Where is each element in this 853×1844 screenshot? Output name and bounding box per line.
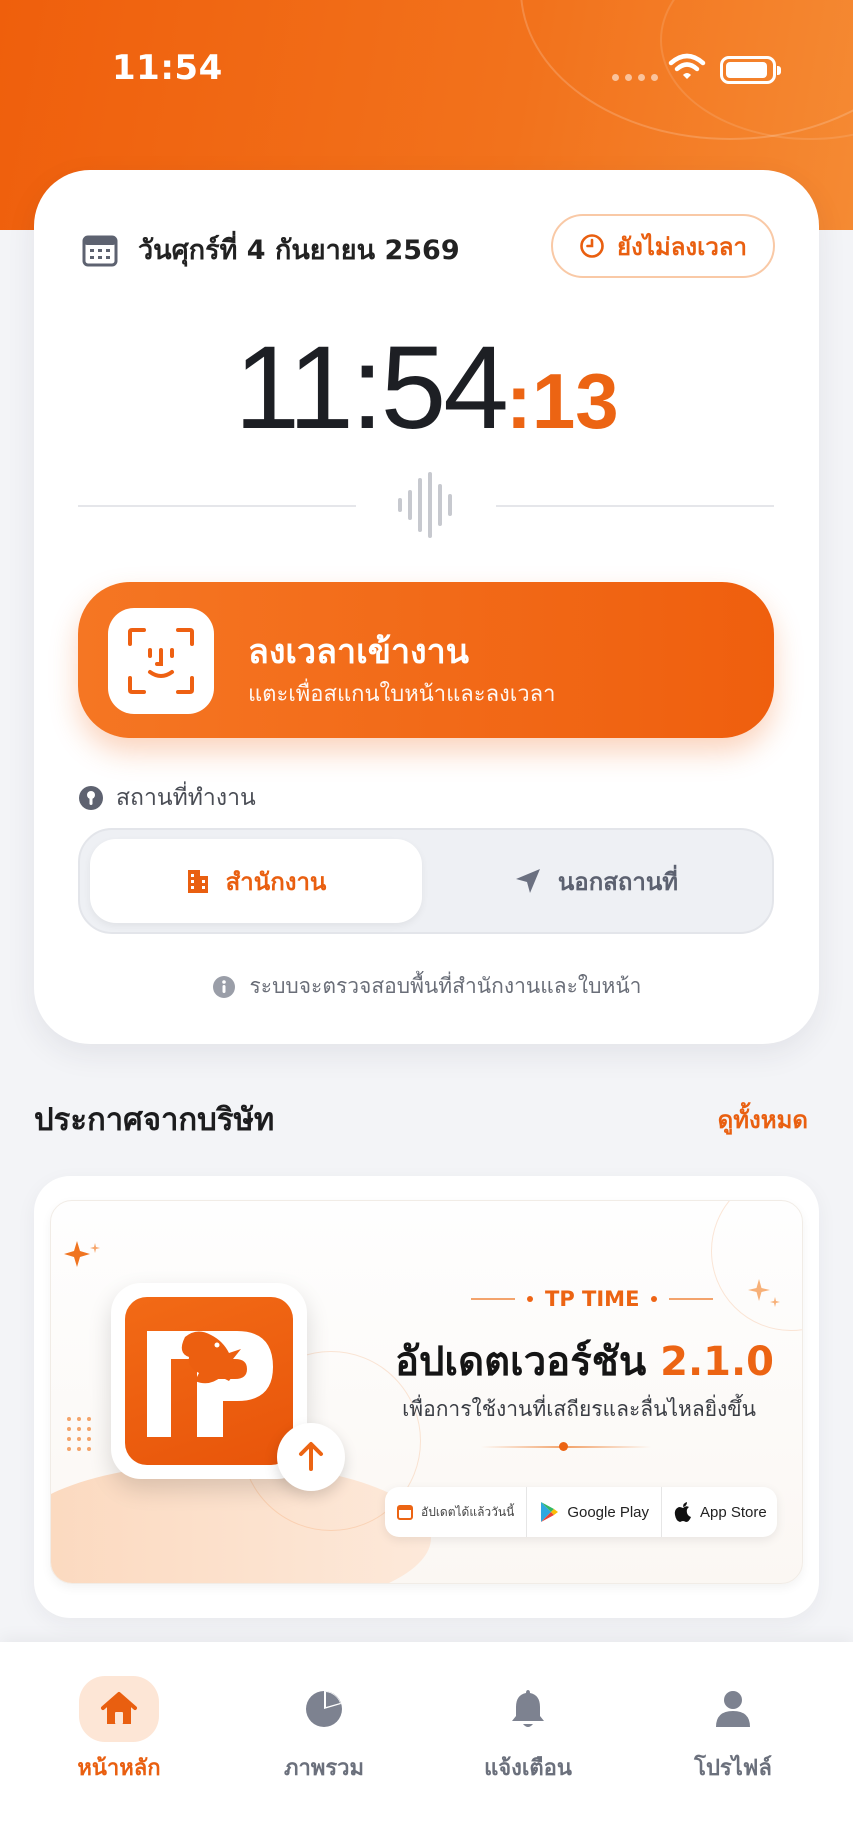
update-subtitle: เพื่อการใช้งานที่เสถียรและลื่นไหลยิ่งขึ้… [402,1397,756,1421]
dot-grid-decoration [67,1417,91,1451]
google-play-icon [541,1502,559,1522]
announcements-title: ประกาศจากบริษัท [34,1102,275,1138]
calendar-icon [397,1505,413,1520]
calendar-icon [82,235,118,266]
tab-profile[interactable]: โปรไฟล์ [633,1676,833,1785]
date-row: วันศุกร์ที่ 4 กันยายน 2569 [82,228,460,271]
navigation-arrow-icon [515,869,540,893]
clock-seconds: :13 [505,357,619,445]
brand-row: TP TIME [471,1287,714,1311]
tab-home[interactable]: หน้าหลัก [19,1676,219,1785]
attendance-status-badge[interactable]: ยังไม่ลงเวลา [551,214,775,278]
home-icon [101,1692,137,1724]
verification-note-text: ระบบจะตรวจสอบพื้นที่สำนักงานและใบหน้า [249,974,642,998]
accent-dot [559,1442,568,1451]
check-in-button[interactable]: ลงเวลาเข้างาน แตะเพื่อสแกนใบหน้าและลงเวล… [78,582,774,738]
app-store-label: App Store [700,1503,767,1521]
tab-profile-label: โปรไฟล์ [694,1756,772,1781]
location-label-row: สถานที่ทำงาน [78,780,256,816]
clock-hours-minutes: 11:54 [234,322,509,454]
bottom-tab-bar: หน้าหลัก ภาพรวม แจ้งเตือน โปรไฟล์ [0,1642,853,1844]
attendance-card: วันศุกร์ที่ 4 กันยายน 2569 ยังไม่ลงเวลา … [34,170,819,1044]
divider-left [78,505,356,507]
tab-home-label: หน้าหลัก [77,1756,161,1781]
sparkle-icon [64,1241,100,1267]
battery-icon [720,56,781,84]
current-date: วันศุกร์ที่ 4 กันยายน 2569 [138,235,460,266]
face-scan-icon-box [108,608,214,714]
store-note-text: อัปเดตได้แล้ววันนี้ [421,1504,515,1519]
tab-notifications[interactable]: แจ้งเตือน [428,1676,628,1785]
update-banner[interactable]: TP TIME อัปเดตเวอร์ชัน 2.1.0 เพื่อการใช้… [50,1200,803,1584]
see-all-link[interactable]: ดูทั้งหมด [718,1100,808,1139]
check-in-subtitle: แตะเพื่อสแกนใบหน้าและลงเวลา [248,682,556,707]
signal-dots-icon [612,74,658,81]
sparkle-icon [748,1279,780,1307]
building-icon [187,870,208,893]
announcement-card: TP TIME อัปเดตเวอร์ชัน 2.1.0 เพื่อการใช้… [34,1176,819,1618]
attendance-status-text: ยังไม่ลงเวลา [617,232,747,261]
tab-overview[interactable]: ภาพรวม [224,1676,424,1785]
live-clock: 11:54:13 [34,320,819,456]
tab-overview-label: ภาพรวม [283,1756,365,1781]
bell-icon [512,1690,544,1727]
status-time: 11:54 [112,48,223,88]
update-version: 2.1.0 [660,1339,774,1385]
app-store-badge[interactable]: App Store [661,1487,779,1537]
check-in-title: ลงเวลาเข้างาน [248,632,469,672]
tp-logo-icon [147,1331,273,1437]
location-option-office-label: สำนักงาน [225,867,327,896]
location-label: สถานที่ทำงาน [116,785,256,811]
location-selector: สำนักงาน นอกสถานที่ [78,828,774,934]
pie-chart-icon [306,1691,342,1727]
apple-icon [674,1502,692,1522]
face-scan-icon [128,628,194,694]
location-option-office[interactable]: สำนักงาน [90,839,422,923]
location-option-offsite-label: นอกสถานที่ [557,867,679,896]
tab-notifications-label: แจ้งเตือน [484,1756,572,1781]
clock-icon [580,234,604,258]
sound-wave-icon [398,472,452,538]
info-icon [212,975,235,998]
arrow-up-icon [299,1442,323,1471]
location-option-offsite[interactable]: นอกสถานที่ [430,839,762,923]
location-pin-icon [79,786,103,810]
store-bar: อัปเดตได้แล้ววันนี้ Google Play App Stor… [385,1487,777,1537]
wifi-icon [668,53,706,79]
google-play-badge[interactable]: Google Play [526,1487,661,1537]
verification-note: ระบบจะตรวจสอบพื้นที่สำนักงานและใบหน้า [34,970,819,1003]
update-title: อัปเดตเวอร์ชัน 2.1.0 [395,1329,774,1393]
update-title-prefix: อัปเดตเวอร์ชัน [395,1339,647,1385]
google-play-label: Google Play [567,1503,650,1521]
upload-arrow-badge [277,1423,345,1491]
status-bar: 11:54 [0,0,853,130]
user-icon [716,1691,750,1727]
brand-name: TP TIME [545,1287,640,1311]
divider-right [496,505,774,507]
store-note: อัปเดตได้แล้ววันนี้ [385,1487,526,1537]
